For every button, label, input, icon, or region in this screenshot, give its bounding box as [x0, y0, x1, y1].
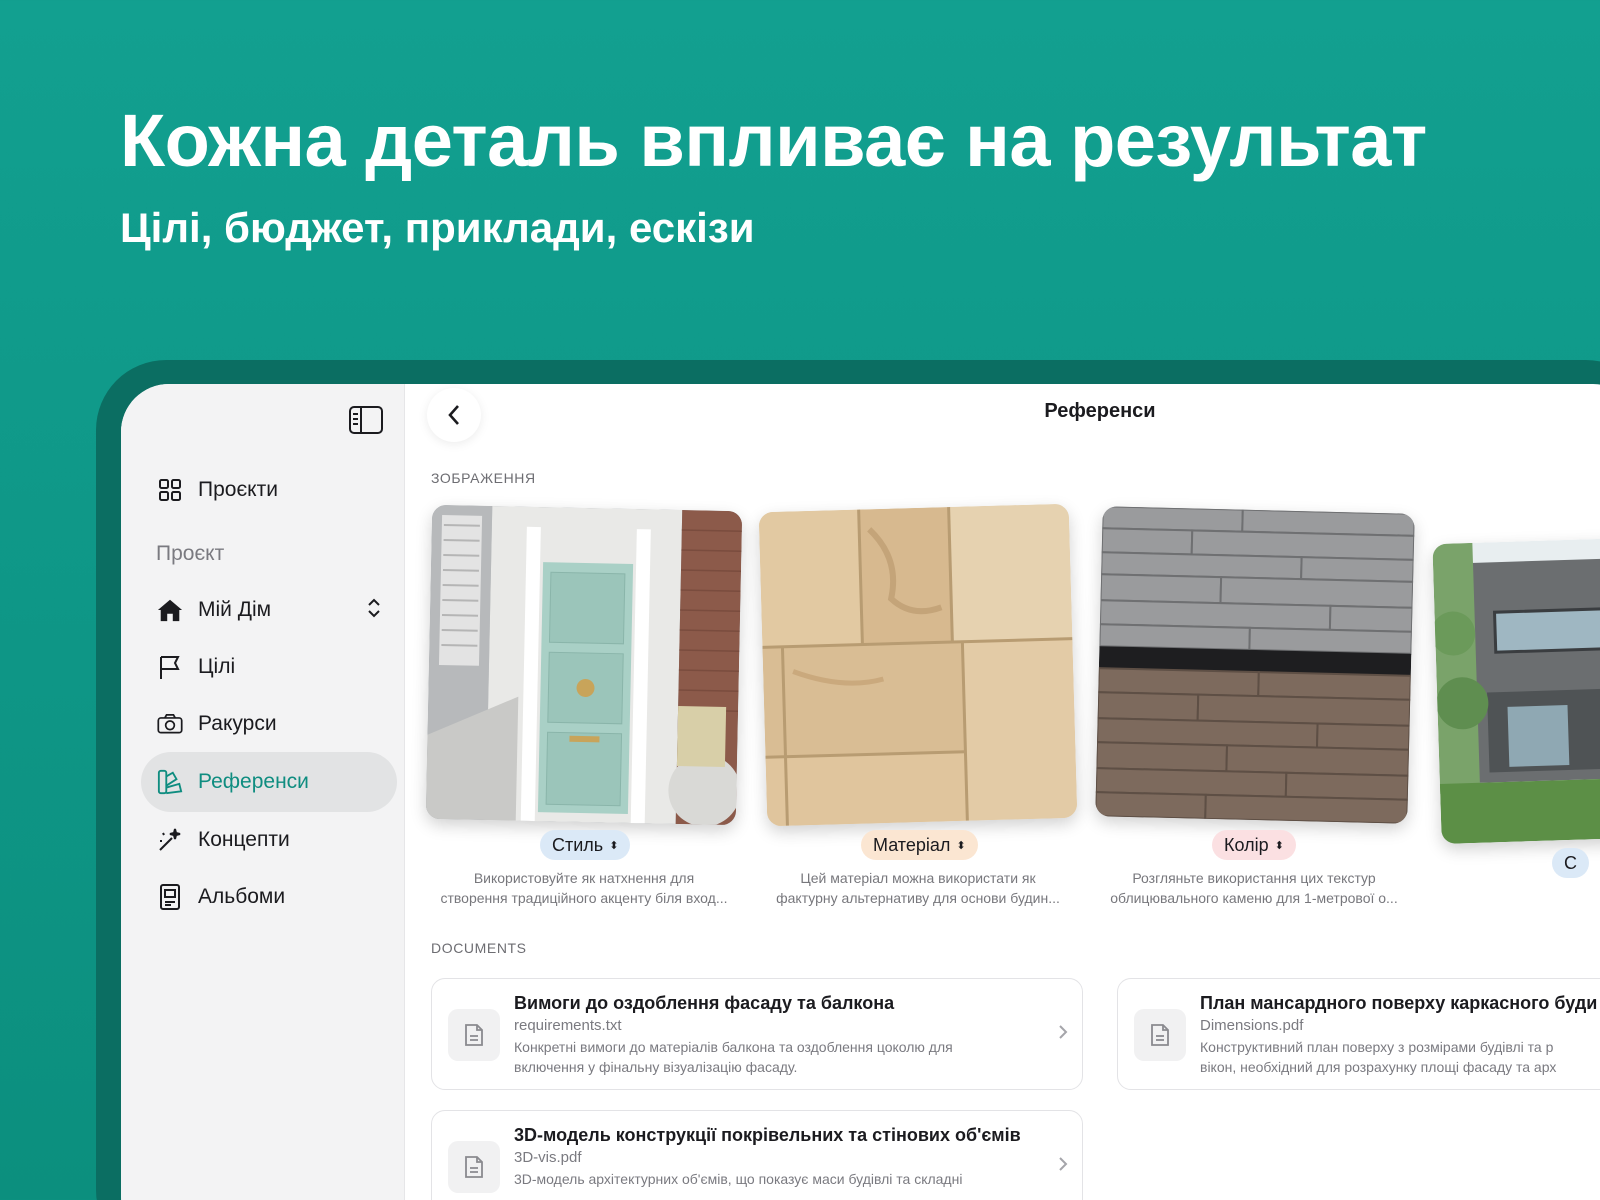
chevron-right-icon [1058, 1155, 1068, 1178]
description-line: Конкретні вимоги до матеріалів балкона т… [514, 1039, 953, 1055]
document-title: План мансардного поверху каркасного буди [1200, 993, 1598, 1013]
description-line: включення у фінальну візуалізацію фасаду… [514, 1059, 798, 1075]
sidebar-item-label: Альбоми [198, 885, 286, 908]
reference-image-door[interactable] [425, 504, 743, 826]
tag-partial[interactable]: С [1552, 848, 1589, 878]
caption-line: створення традиційного акценту біля вход… [440, 890, 728, 906]
reference-image-modern-house[interactable] [1432, 535, 1600, 845]
chevron-up-down-icon: ⬍ [956, 839, 966, 852]
caption-line: Розгляньте використання цих текстур [1132, 870, 1376, 886]
document-card[interactable]: Вимоги до оздоблення фасаду та балкона r… [431, 978, 1083, 1090]
hero-title: Кожна деталь впливає на результат [120, 99, 1427, 182]
document-card[interactable]: План мансардного поверху каркасного буди… [1117, 978, 1600, 1090]
reference-image-sandstone[interactable] [758, 503, 1078, 827]
chevron-up-down-icon: ⬍ [1274, 839, 1284, 852]
magic-wand-icon [157, 827, 183, 853]
app-screen: Проєкти Проєкт Мій Дім Цілі Ракурси Рефе… [121, 384, 1600, 1200]
tag-label: Стиль [552, 834, 604, 855]
sidebar-item-albums[interactable]: Альбоми [141, 867, 397, 927]
sidebar-item-label: Ракурси [198, 712, 277, 735]
sidebar-item-label: Концепти [198, 828, 290, 851]
chevron-up-down-icon: ⬍ [609, 839, 619, 852]
sidebar-item-label: Цілі [198, 655, 236, 678]
image-caption: Розгляньте використання цих текстур обли… [1093, 868, 1415, 908]
sidebar-item-goals[interactable]: Цілі [141, 637, 397, 697]
document-title: 3D-модель конструкції покрівельних та ст… [514, 1125, 1021, 1145]
caption-line: фактурну альтернативу для основи будин..… [776, 890, 1060, 906]
palette-icon [157, 769, 183, 795]
document-card[interactable]: 3D-модель конструкції покрівельних та ст… [431, 1110, 1083, 1200]
documents-section-label: DOCUMENTS [431, 940, 527, 956]
tag-label: Колір [1224, 834, 1269, 855]
tag-color[interactable]: Колір ⬍ [1212, 830, 1296, 860]
document-icon [1134, 1009, 1186, 1061]
tag-label: С [1564, 852, 1577, 873]
image-caption: Цей матеріал можна використати як фактур… [757, 868, 1079, 908]
document-filename: Dimensions.pdf [1200, 1017, 1304, 1034]
caption-line: облицювального каменю для 1-метрової о..… [1110, 890, 1398, 906]
images-section-label: ЗОБРАЖЕННЯ [431, 470, 536, 486]
grid-icon [157, 477, 183, 503]
document-description: 3D-модель архітектурних об'ємів, що пока… [514, 1169, 962, 1189]
sidebar-item-concepts[interactable]: Концепти [141, 810, 397, 870]
sidebar-item-label: Референси [198, 770, 309, 793]
main-content: Референси ЗОБРАЖЕННЯ Стиль ⬍ Використову… [405, 384, 1600, 1200]
caption-line: Використовуйте як натхнення для [473, 870, 695, 886]
tag-label: Матеріал [873, 834, 951, 855]
sidebar: Проєкти Проєкт Мій Дім Цілі Ракурси Рефе… [121, 384, 405, 1200]
image-caption: Використовуйте як натхнення для створенн… [423, 868, 745, 908]
caption-line: Цей матеріал можна використати як [800, 870, 1036, 886]
tag-style[interactable]: Стиль ⬍ [540, 830, 631, 860]
tag-material[interactable]: Матеріал ⬍ [861, 830, 978, 860]
sidebar-section-label: Проєкт [156, 542, 225, 565]
document-filename: 3D-vis.pdf [514, 1149, 582, 1166]
sidebar-item-references[interactable]: Референси [141, 752, 397, 812]
sidebar-toggle-icon[interactable] [349, 406, 383, 434]
document-icon [448, 1009, 500, 1061]
document-icon [448, 1141, 500, 1193]
house-icon [157, 597, 183, 623]
sidebar-item-label: Проєкти [198, 478, 278, 501]
sidebar-item-views[interactable]: Ракурси [141, 694, 397, 754]
document-title: Вимоги до оздоблення фасаду та балкона [514, 993, 895, 1013]
description-line: вікон, необхідний для розрахунку площі ф… [1200, 1059, 1557, 1075]
camera-icon [157, 711, 183, 737]
sidebar-item-my-home[interactable]: Мій Дім [141, 580, 397, 640]
album-icon [157, 884, 183, 910]
flag-icon [157, 654, 183, 680]
chevron-up-down-icon[interactable] [367, 598, 381, 623]
reference-image-stone-cladding[interactable] [1095, 506, 1415, 824]
chevron-right-icon [1058, 1023, 1068, 1046]
sidebar-item-label: Мій Дім [198, 598, 272, 621]
description-line: Конструктивний план поверху з розмірами … [1200, 1039, 1554, 1055]
document-description: Конкретні вимоги до матеріалів балкона т… [514, 1037, 953, 1077]
document-description: Конструктивний план поверху з розмірами … [1200, 1037, 1556, 1077]
hero-subtitle: Цілі, бюджет, приклади, ескізи [120, 204, 755, 251]
document-filename: requirements.txt [514, 1017, 622, 1034]
description-line: 3D-модель архітектурних об'ємів, що пока… [514, 1171, 963, 1187]
sidebar-item-projects[interactable]: Проєкти [141, 460, 397, 520]
page-title: Референси [1044, 400, 1156, 422]
